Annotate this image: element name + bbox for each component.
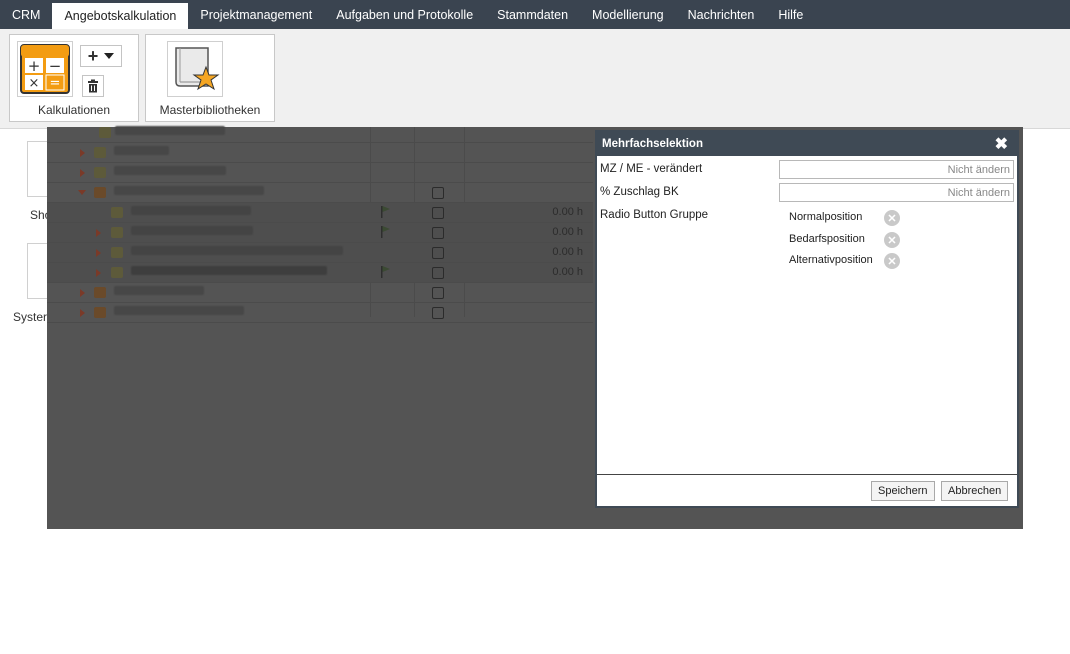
expand-arrow-icon — [80, 169, 85, 177]
svg-text:+: + — [28, 57, 41, 75]
save-button[interactable]: Speichern — [871, 481, 935, 501]
menu-hilfe[interactable]: Hilfe — [766, 0, 815, 29]
svg-text:−: − — [49, 57, 62, 75]
zuschlag-bk-label: % Zuschlag BK — [600, 186, 679, 198]
tree-row-text-blurred — [114, 166, 226, 175]
mehrfachselektion-dialog: Mehrfachselektion ✖ MZ / ME - verändert … — [595, 130, 1019, 508]
menu-crm[interactable]: CRM — [0, 0, 52, 29]
tree-row: 0.00 h — [47, 223, 593, 243]
chevron-down-icon — [104, 53, 115, 59]
tree-row — [47, 123, 593, 143]
tree-row-text-blurred — [131, 226, 253, 235]
tree-row: 0.00 h — [47, 203, 593, 223]
flag-icon — [381, 226, 390, 238]
radio-option-normalposition[interactable]: Normalposition — [789, 211, 862, 223]
clear-bedarfsposition-icon[interactable]: ✕ — [884, 232, 900, 248]
expand-arrow-icon — [96, 269, 101, 277]
item-icon — [111, 207, 123, 218]
item-icon — [111, 247, 123, 258]
folder-icon — [94, 147, 106, 158]
tree-row-text-blurred — [131, 246, 343, 255]
delete-calculation-button[interactable] — [82, 75, 104, 97]
svg-text:×: × — [29, 76, 40, 91]
row-checkbox[interactable] — [432, 187, 444, 199]
menu-modellierung[interactable]: Modellierung — [580, 0, 676, 29]
expand-arrow-icon — [96, 249, 101, 257]
folder-icon — [94, 167, 106, 178]
tree-row — [47, 143, 593, 163]
menu-angebotskalkulation[interactable]: Angebotskalkulation — [52, 3, 189, 29]
cancel-button[interactable]: Abbrechen — [941, 481, 1009, 501]
mz-me-input[interactable] — [779, 160, 1014, 179]
ribbon-group-kalkulationen: + − × = + Kalkulationen — [9, 34, 139, 122]
masterbibliotheken-button[interactable] — [167, 41, 223, 97]
kalkulationen-button[interactable]: + − × = — [17, 41, 73, 97]
tree-row — [47, 283, 593, 303]
plus-icon: + — [87, 46, 99, 66]
main-menu-bar: CRM Angebotskalkulation Projektmanagemen… — [0, 0, 1070, 29]
dialog-footer: Speichern Abbrechen — [597, 474, 1017, 506]
expand-arrow-icon — [96, 229, 101, 237]
tree-row-text-blurred — [114, 186, 264, 195]
tree-row — [47, 183, 593, 203]
menu-stammdaten[interactable]: Stammdaten — [485, 0, 580, 29]
background-label-2: Syster — [13, 310, 48, 324]
dialog-header: Mehrfachselektion ✖ — [597, 132, 1017, 156]
group-icon — [94, 307, 106, 318]
flag-icon — [381, 206, 390, 218]
row-checkbox[interactable] — [432, 287, 444, 299]
flag-icon — [381, 266, 390, 278]
tree-row: 0.00 h — [47, 243, 593, 263]
ribbon-toolbar: + − × = + Kalkulationen Masterbibliothek… — [0, 29, 1070, 129]
expand-arrow-icon — [80, 289, 85, 297]
clear-normalposition-icon[interactable]: ✕ — [884, 210, 900, 226]
menu-aufgaben-und-protokolle[interactable]: Aufgaben und Protokolle — [324, 0, 485, 29]
svg-text:=: = — [50, 76, 61, 91]
row-checkbox[interactable] — [432, 267, 444, 279]
zuschlag-bk-input[interactable] — [779, 183, 1014, 202]
hours-value: 0.00 h — [552, 266, 583, 278]
trash-icon — [88, 79, 98, 93]
tree-row-text-blurred — [114, 306, 244, 315]
row-checkbox[interactable] — [432, 247, 444, 259]
expand-arrow-icon — [80, 149, 85, 157]
masterbibliotheken-label: Masterbibliotheken — [159, 103, 261, 117]
tree-row-text-blurred — [115, 126, 225, 135]
tree-row — [47, 303, 593, 323]
expand-arrow-icon — [80, 309, 85, 317]
mz-me-label: MZ / ME - verändert — [600, 163, 703, 175]
collapse-arrow-icon — [78, 190, 86, 195]
clear-alternativposition-icon[interactable]: ✕ — [884, 253, 900, 269]
row-checkbox[interactable] — [432, 227, 444, 239]
hours-value: 0.00 h — [552, 246, 583, 258]
radio-option-bedarfsposition[interactable]: Bedarfsposition — [789, 233, 865, 245]
row-checkbox[interactable] — [432, 207, 444, 219]
tree-row-text-blurred — [114, 146, 169, 155]
item-icon — [111, 227, 123, 238]
menu-projektmanagement[interactable]: Projektmanagement — [188, 0, 324, 29]
add-calculation-button[interactable]: + — [80, 45, 122, 67]
radio-group-label: Radio Button Gruppe — [600, 209, 709, 221]
dialog-title: Mehrfachselektion — [602, 138, 703, 150]
group-icon — [94, 187, 106, 198]
calculator-icon: + − × = — [20, 44, 70, 94]
tree-row-text-blurred — [114, 286, 204, 295]
tree-row: 0.00 h — [47, 263, 593, 283]
book-star-icon — [175, 47, 220, 91]
hours-value: 0.00 h — [552, 226, 583, 238]
tree-row-text-blurred — [131, 206, 251, 215]
folder-icon — [99, 127, 111, 138]
item-icon — [111, 267, 123, 278]
row-checkbox[interactable] — [432, 307, 444, 319]
group-icon — [94, 287, 106, 298]
tree-row-text-blurred — [131, 266, 327, 275]
kalkulationen-label: Kalkulationen — [37, 103, 111, 117]
hours-value: 0.00 h — [552, 206, 583, 218]
tree-row — [47, 163, 593, 183]
menu-nachrichten[interactable]: Nachrichten — [676, 0, 767, 29]
radio-option-alternativposition[interactable]: Alternativposition — [789, 254, 873, 266]
close-icon[interactable]: ✖ — [995, 134, 1008, 154]
ribbon-group-masterbibliotheken: Masterbibliotheken — [145, 34, 275, 122]
